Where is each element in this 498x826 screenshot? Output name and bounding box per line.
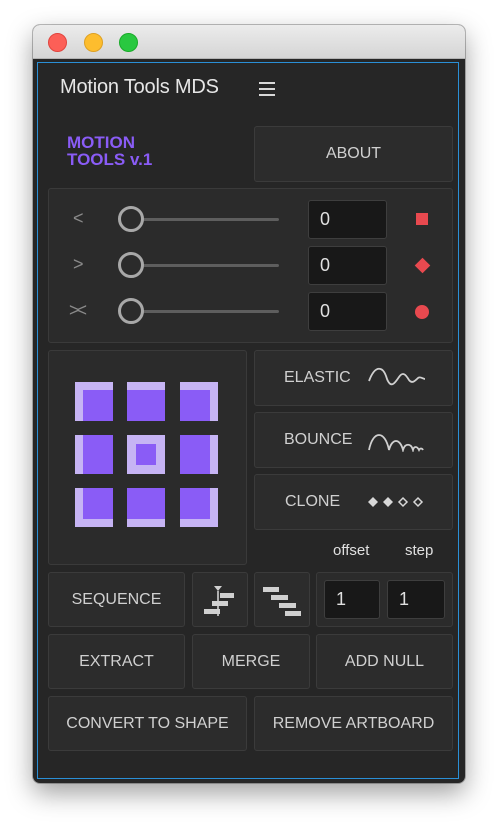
minimize-window-button[interactable]: [84, 33, 103, 52]
ease-out-slider-knob[interactable]: [118, 252, 144, 278]
anchor-center-icon: [127, 435, 165, 474]
anchor-top-right-icon: [180, 382, 218, 421]
ease-in-slider-track[interactable]: [143, 218, 279, 221]
clone-diamonds-icon: [368, 496, 424, 508]
about-button[interactable]: ABOUT: [254, 126, 453, 182]
elastic-button-label: ELASTIC: [284, 369, 351, 386]
offset-label: offset: [333, 542, 370, 559]
zoom-window-button[interactable]: [119, 33, 138, 52]
ease-in-value-input[interactable]: 0: [308, 200, 387, 239]
anchor-bottom-center-icon: [127, 488, 165, 527]
square-keyframe-icon[interactable]: [416, 213, 428, 225]
sequence-stack-up-icon: [204, 585, 234, 616]
brand-line-2: TOOLS v.1: [67, 150, 153, 169]
ease-both-icon: ><: [69, 300, 87, 320]
anchor-bottom-left-icon: [75, 488, 113, 527]
ease-both-slider-track[interactable]: [143, 310, 279, 313]
clone-button[interactable]: CLONE: [254, 474, 453, 530]
offset-value-input[interactable]: 1: [324, 580, 380, 619]
elastic-wave-icon: [368, 367, 426, 386]
extract-button[interactable]: EXTRACT: [48, 634, 185, 689]
bounce-button[interactable]: BOUNCE: [254, 412, 453, 468]
close-window-button[interactable]: [48, 33, 67, 52]
ease-out-value-input[interactable]: 0: [308, 246, 387, 285]
panel-title: Motion Tools MDS: [60, 76, 219, 98]
anchor-top-left-icon: [75, 382, 113, 421]
sequence-button[interactable]: SEQUENCE: [48, 572, 185, 627]
anchor-point-grid[interactable]: [75, 382, 218, 527]
sequence-stack-down-icon: [263, 586, 301, 616]
step-value-input[interactable]: 1: [387, 580, 445, 619]
anchor-middle-left-icon: [75, 435, 113, 474]
ease-both-slider-knob[interactable]: [118, 298, 144, 324]
bounce-button-label: BOUNCE: [284, 431, 353, 448]
brand-logo: MOTION TOOLS v.1: [67, 134, 152, 168]
ease-in-icon: <: [73, 208, 84, 228]
add-null-button[interactable]: ADD NULL: [316, 634, 453, 689]
sequence-stack-up-button[interactable]: [192, 572, 248, 627]
sequence-stack-down-button[interactable]: [254, 572, 310, 627]
elastic-button[interactable]: ELASTIC: [254, 350, 453, 406]
ease-both-value-input[interactable]: 0: [308, 292, 387, 331]
ease-in-slider-knob[interactable]: [118, 206, 144, 232]
convert-to-shape-button[interactable]: CONVERT TO SHAPE: [48, 696, 247, 751]
bounce-curve-icon: [368, 434, 424, 452]
ease-out-icon: >: [73, 254, 84, 274]
title-bar: [33, 25, 465, 59]
step-label: step: [405, 542, 434, 559]
anchor-middle-right-icon: [180, 435, 218, 474]
clone-button-label: CLONE: [285, 493, 341, 510]
app-window: Motion Tools MDS MOTION TOOLS v.1 ABOUT …: [33, 25, 465, 783]
anchor-bottom-right-icon: [180, 488, 218, 527]
remove-artboard-button[interactable]: REMOVE ARTBOARD: [254, 696, 453, 751]
brand-line-1: MOTION: [67, 133, 135, 152]
hamburger-menu-icon[interactable]: [259, 82, 275, 96]
anchor-top-center-icon: [127, 382, 165, 421]
ease-out-slider-track[interactable]: [143, 264, 279, 267]
circle-keyframe-icon[interactable]: [415, 305, 429, 319]
merge-button[interactable]: MERGE: [192, 634, 310, 689]
